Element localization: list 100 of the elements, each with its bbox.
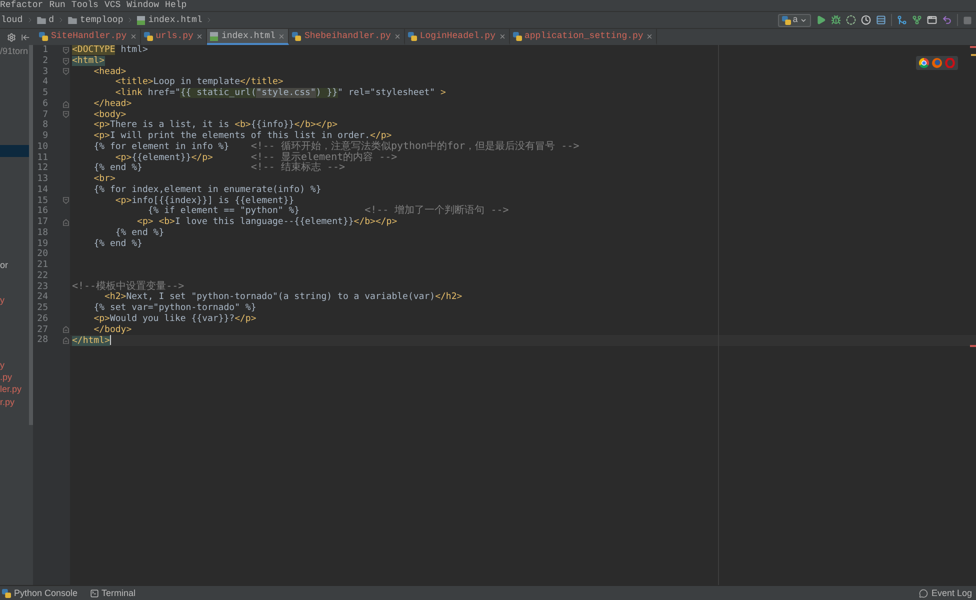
speech-bubble-icon: [919, 588, 928, 598]
line-number: 8: [42, 120, 48, 131]
close-icon[interactable]: [646, 32, 654, 40]
menu-item[interactable]: VCS: [104, 1, 121, 10]
code-line: {% for element in info %}: [94, 142, 230, 152]
menu-item[interactable]: Help: [165, 1, 187, 10]
run-configuration-dropdown[interactable]: a: [778, 14, 811, 26]
code-line: <br>: [94, 174, 116, 184]
code-comment: <!-- 增加了一个判断语句 -->: [364, 205, 509, 216]
file-tree-item[interactable]: r.py: [0, 396, 15, 408]
line-number: 16: [37, 206, 48, 217]
arrow-to-edge-icon[interactable]: [20, 32, 30, 42]
code-line: <title>Loop in template</title>: [115, 77, 284, 88]
fold-marker-icon[interactable]: [63, 100, 69, 108]
tool-window-button[interactable]: Python Console: [2, 588, 78, 598]
line-number: 24: [37, 292, 48, 303]
code-comment: <!--模板中设置变量-->: [72, 280, 184, 292]
file-tree-item[interactable]: or: [0, 259, 8, 271]
menu-item[interactable]: Refactor: [0, 1, 44, 10]
error-stripe-marker[interactable]: [970, 46, 976, 48]
close-icon[interactable]: [498, 32, 506, 40]
code-line: {% set var="python-tornado" %}: [94, 303, 256, 313]
fold-marker-icon[interactable]: [63, 111, 69, 118]
stop-icon[interactable]: [963, 16, 972, 24]
line-number: 27: [37, 324, 48, 335]
caret-down-icon: [800, 16, 807, 24]
editor-tab[interactable]: index.html: [207, 29, 290, 45]
fold-marker-icon[interactable]: [63, 46, 69, 54]
line-number: 9: [42, 131, 48, 142]
menu-item[interactable]: Window: [126, 1, 160, 10]
fork-icon[interactable]: [912, 15, 922, 25]
close-icon[interactable]: [196, 32, 204, 40]
rows-icon[interactable]: [876, 15, 886, 25]
line-number: 22: [37, 270, 48, 282]
fold-marker-icon[interactable]: [63, 197, 69, 204]
fold-marker-icon[interactable]: [63, 68, 69, 76]
code-comment: <!-- 显示element的内容 -->: [250, 152, 398, 162]
code-line: {% end %}: [94, 163, 142, 174]
line-number: 13: [37, 174, 48, 185]
code-line: {% end %}: [115, 228, 164, 238]
python-file-icon: [292, 32, 302, 40]
event-log-button[interactable]: Event Log: [919, 588, 974, 598]
merge-icon[interactable]: [897, 15, 907, 25]
code-comment: <!-- 结束标志 -->: [250, 162, 346, 174]
line-number: 10: [37, 142, 48, 152]
code-line: <h2>Next, I set "python-tornado"(a string) to a variable(var)</h2>: [104, 292, 462, 302]
play-icon[interactable]: [816, 15, 826, 25]
error-stripe-marker[interactable]: [971, 54, 976, 56]
file-tree-item[interactable]: y: [0, 359, 4, 371]
clock-icon[interactable]: [861, 15, 871, 25]
file-tree-item[interactable]: y: [0, 294, 4, 306]
close-icon[interactable]: [278, 32, 286, 40]
error-stripe-marker[interactable]: [970, 345, 976, 347]
line-number: 20: [37, 249, 48, 260]
browser-icon[interactable]: [919, 58, 929, 68]
tool-window-button[interactable]: Terminal: [90, 588, 136, 598]
code-line: <DOCTYPE html>: [72, 45, 148, 55]
code-comment: <!-- 循环开始，注意写法类似python中的for，但是最后没有冒号 -->: [250, 140, 580, 152]
html-file-icon: [137, 16, 146, 24]
fold-marker-icon[interactable]: [63, 326, 69, 334]
code-line: <head>: [94, 66, 126, 76]
close-icon[interactable]: [394, 32, 401, 40]
line-number: 4: [42, 77, 48, 88]
line-number: 1: [42, 45, 48, 56]
dashed-circle-icon[interactable]: [846, 15, 856, 25]
line-number: 7: [42, 110, 48, 120]
breadcrumb-item[interactable]: temploop: [67, 13, 124, 27]
text-caret: [110, 335, 111, 346]
breadcrumb-item[interactable]: d: [36, 13, 56, 27]
file-tree-item[interactable]: ler.py: [0, 383, 22, 395]
undo-icon[interactable]: [942, 15, 952, 25]
line-number: 21: [37, 260, 48, 271]
code-line: <p>{{element}}</p>: [115, 152, 213, 162]
breadcrumb-item[interactable]: loud: [0, 13, 24, 27]
window-icon[interactable]: [927, 15, 937, 25]
breadcrumb-item[interactable]: index.html: [136, 13, 204, 27]
line-number: 15: [37, 196, 48, 206]
line-number: 2: [42, 56, 48, 66]
line-number: 28: [37, 335, 48, 346]
code-line: {% if element == "python" %}: [148, 206, 300, 216]
code-line: <body>: [94, 110, 126, 120]
code-line: {% end %}: [94, 238, 142, 248]
fold-marker-icon[interactable]: [63, 58, 69, 65]
fold-marker-icon[interactable]: [63, 337, 69, 344]
line-number: 11: [37, 152, 48, 163]
fold-marker-icon[interactable]: [63, 218, 69, 226]
code-line: <p>Would you like {{var}}?</p>: [94, 314, 256, 324]
line-number: 26: [37, 314, 48, 324]
settings-icon[interactable]: [6, 32, 16, 42]
file-tree-item[interactable]: /91torn: [0, 45, 28, 57]
menu-item[interactable]: Tools: [71, 1, 98, 10]
code-line: {% for index,element in enumerate(info) %}: [94, 184, 322, 195]
code-line: <p>I will print the elements of this list in order.</p>: [94, 131, 392, 141]
close-icon[interactable]: [130, 32, 137, 40]
code-line: </body>: [94, 324, 132, 334]
python-file-icon: [408, 32, 417, 40]
line-number: 3: [42, 66, 48, 78]
bug-icon[interactable]: [831, 15, 841, 25]
menu-item[interactable]: Run: [49, 1, 66, 10]
file-tree-item[interactable]: .py: [0, 371, 12, 383]
